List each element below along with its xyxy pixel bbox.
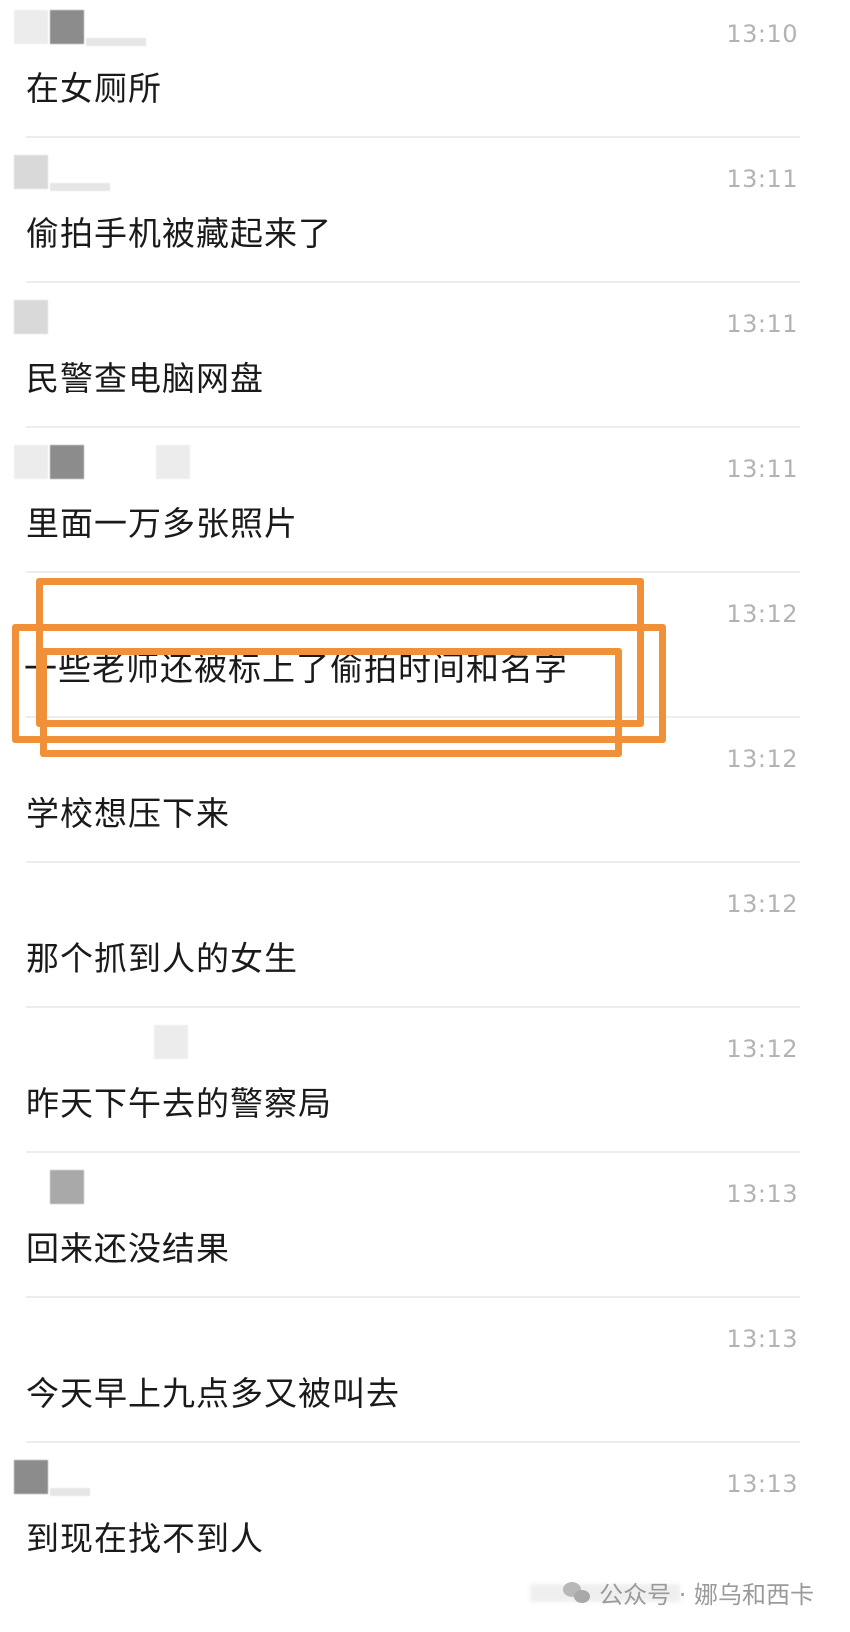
message-time: 13:10 (726, 20, 798, 48)
message-text: 那个抓到人的女生 (26, 939, 298, 978)
divider (26, 281, 800, 283)
divider (26, 426, 800, 428)
message-item-highlighted: 13:12 一些老师还被标上了偷拍时间和名字 (0, 580, 850, 730)
watermark-text: 公众号 · 娜乌和西卡 (599, 1581, 814, 1609)
message-text: 回来还没结果 (26, 1229, 230, 1268)
blurred-sender-name (14, 10, 146, 50)
message-text: 一些老师还被标上了偷拍时间和名字 (24, 649, 568, 688)
message-text: 里面一万多张照片 (26, 504, 298, 543)
message-item: 13:11 里面一万多张照片 (0, 435, 850, 585)
message-time: 13:13 (726, 1325, 798, 1353)
message-text: 昨天下午去的警察局 (26, 1084, 332, 1123)
message-time: 13:13 (726, 1180, 798, 1208)
watermark: 公众号 · 娜乌和西卡 (563, 1575, 814, 1610)
divider (26, 571, 800, 573)
blurred-sender-name (14, 1460, 90, 1500)
message-time: 13:11 (726, 310, 798, 338)
blurred-sender-name (14, 155, 110, 195)
blurred-sender-name (14, 1170, 84, 1210)
divider (26, 1296, 800, 1298)
message-item: 13:11 偷拍手机被藏起来了 (0, 145, 850, 295)
message-item: 13:11 民警查电脑网盘 (0, 290, 850, 440)
message-time: 13:11 (726, 455, 798, 483)
message-time: 13:12 (726, 600, 798, 628)
divider (26, 1006, 800, 1008)
wechat-icon (563, 1581, 591, 1604)
message-item: 13:12 那个抓到人的女生 (0, 870, 850, 1020)
message-time: 13:12 (726, 745, 798, 773)
divider (26, 1151, 800, 1153)
message-item: 13:10 在女厕所 (0, 0, 850, 150)
blurred-sender-name (14, 300, 48, 340)
message-text: 到现在找不到人 (26, 1519, 264, 1558)
message-item: 13:13 回来还没结果 (0, 1160, 850, 1310)
message-text: 偷拍手机被藏起来了 (26, 214, 332, 253)
divider (26, 716, 800, 718)
message-time: 13:12 (726, 890, 798, 918)
divider (26, 136, 800, 138)
divider (26, 861, 800, 863)
blurred-sender-name (14, 1025, 188, 1065)
message-time: 13:11 (726, 165, 798, 193)
message-item: 13:13 今天早上九点多又被叫去 (0, 1305, 850, 1455)
divider (26, 1441, 800, 1443)
message-item: 13:12 昨天下午去的警察局 (0, 1015, 850, 1165)
message-text: 在女厕所 (26, 69, 162, 108)
message-time: 13:12 (726, 1035, 798, 1063)
message-text: 学校想压下来 (26, 794, 230, 833)
blurred-sender-name (14, 445, 190, 485)
message-text: 今天早上九点多又被叫去 (26, 1374, 400, 1413)
message-item: 13:12 学校想压下来 (0, 725, 850, 875)
message-time: 13:13 (726, 1470, 798, 1498)
message-text: 民警查电脑网盘 (26, 359, 264, 398)
